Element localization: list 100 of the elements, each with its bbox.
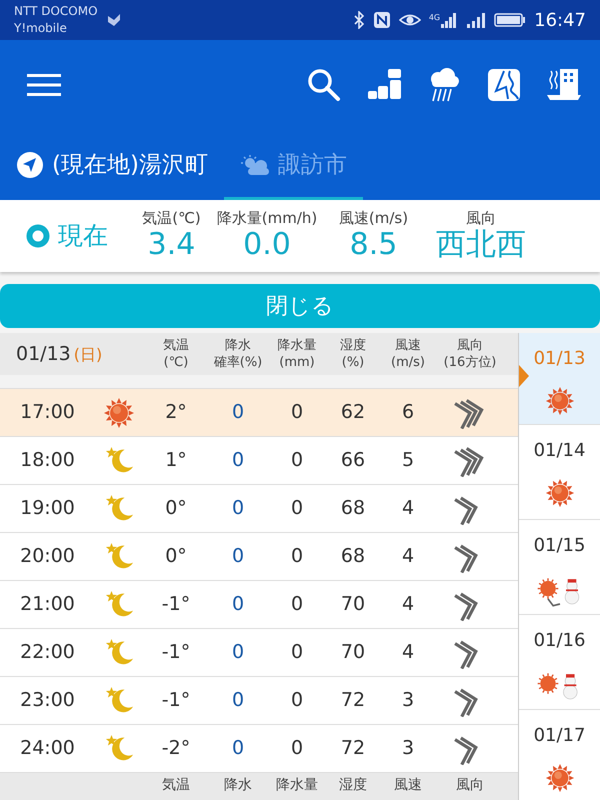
column-header: (%) bbox=[340, 354, 366, 371]
column-header: 降水 bbox=[223, 777, 253, 794]
precipitation-cell-text: 0 bbox=[290, 544, 304, 570]
wind-speed-cell-text: 6 bbox=[400, 400, 416, 426]
humidity-cell-text: 68 bbox=[340, 544, 366, 570]
sun-icon bbox=[544, 478, 574, 508]
humidity-cell-text: 70 bbox=[340, 640, 366, 666]
temperature-cell-text: 1° bbox=[164, 448, 188, 474]
day-item[interactable]: 01/16 bbox=[519, 615, 600, 710]
column-header: 降水量 bbox=[276, 337, 318, 354]
column-header: (m/s) bbox=[390, 354, 426, 371]
carrier-name: NTT DOCOMO bbox=[14, 3, 98, 20]
wind-speed-cell-text: 4 bbox=[400, 592, 416, 618]
time-cell-text: 22:00 bbox=[19, 640, 76, 666]
precipitation-cell-text: 0 bbox=[290, 736, 304, 762]
menu-icon bbox=[27, 73, 61, 97]
column-header: 風向 bbox=[456, 337, 484, 354]
metric-label: 風向 bbox=[465, 209, 497, 227]
temperature-cell-text: -1° bbox=[160, 592, 192, 618]
temperature-cell-text: -1° bbox=[160, 688, 192, 714]
time-cell-text: 23:00 bbox=[19, 688, 76, 714]
column-header: 気温 bbox=[162, 337, 190, 354]
day-item[interactable]: 01/15 bbox=[519, 520, 600, 615]
metric-label: 気温(℃) bbox=[141, 209, 202, 227]
time-cell-text: 21:00 bbox=[19, 592, 76, 618]
precipitation-chance-cell-text: 0 bbox=[230, 400, 246, 426]
battery-icon bbox=[494, 12, 526, 28]
temperature-cell-text: -1° bbox=[160, 640, 192, 666]
wind-speed-cell-text: 3 bbox=[400, 688, 416, 714]
temperature-cell-text: 2° bbox=[164, 400, 188, 426]
metric-value: 0.0 bbox=[242, 227, 292, 263]
precipitation-chance-cell-text: 0 bbox=[230, 544, 246, 570]
precipitation-cell-text: 0 bbox=[290, 448, 304, 474]
current-label: 現在 bbox=[58, 220, 108, 252]
day-item[interactable]: 01/14 bbox=[519, 425, 600, 520]
map-icon bbox=[486, 67, 522, 103]
clock: 16:47 bbox=[534, 8, 586, 32]
carrier-name: Y!mobile bbox=[14, 20, 68, 37]
column-header: 確率(%) bbox=[212, 354, 264, 371]
time-cell-text: 24:00 bbox=[19, 736, 76, 762]
metric-label: 風速(m/s) bbox=[338, 209, 410, 227]
temperature-cell-text: -2° bbox=[160, 736, 192, 762]
metric-value: 8.5 bbox=[348, 227, 398, 263]
wind-speed-cell-text: 4 bbox=[400, 640, 416, 666]
column-header: 湿度 bbox=[339, 337, 367, 354]
precipitation-cell-text: 0 bbox=[290, 496, 304, 522]
time-cell-text: 19:00 bbox=[19, 496, 76, 522]
temperature-cell-text: 0° bbox=[164, 496, 188, 522]
ring-icon bbox=[26, 224, 50, 248]
sun-cloud-icon bbox=[240, 154, 270, 176]
column-header: 風向 bbox=[455, 777, 485, 794]
humidity-cell-text: 70 bbox=[340, 592, 366, 618]
column-header: (℃) bbox=[162, 354, 190, 371]
precipitation-chance-cell-text: 0 bbox=[230, 496, 246, 522]
column-header: 風速 bbox=[394, 337, 422, 354]
city-tab[interactable]: (現在地)湯沢町 bbox=[0, 133, 224, 200]
network-label: 4G bbox=[428, 14, 440, 22]
bluetooth-icon bbox=[352, 11, 365, 29]
wind-speed-cell-text: 3 bbox=[400, 736, 416, 762]
metric-value: 西北西 bbox=[435, 227, 527, 263]
humidity-cell-text: 72 bbox=[340, 688, 366, 714]
wind-speed-cell-text: 5 bbox=[400, 448, 416, 474]
eye-icon bbox=[398, 12, 421, 28]
wind-speed-cell-text: 4 bbox=[400, 544, 416, 570]
column-header: 湿度 bbox=[338, 777, 368, 794]
precipitation-chance-cell-text: 0 bbox=[230, 736, 246, 762]
selection-pointer bbox=[519, 365, 529, 387]
precipitation-chance-cell-text: 0 bbox=[230, 640, 246, 666]
column-header: 風速 bbox=[393, 777, 423, 794]
humidity-cell-text: 68 bbox=[340, 496, 366, 522]
precipitation-cell-text: 0 bbox=[290, 400, 304, 426]
signal-icon bbox=[466, 12, 486, 28]
signal-icon bbox=[440, 12, 458, 28]
humidity-cell-text: 66 bbox=[340, 448, 366, 474]
precipitation-cell-text: 0 bbox=[290, 688, 304, 714]
date-label: 01/13 bbox=[16, 342, 71, 364]
building-icon bbox=[546, 67, 582, 103]
time-cell-text: 18:00 bbox=[19, 448, 76, 474]
humidity-cell-text: 72 bbox=[340, 736, 366, 762]
day-item[interactable]: 01/17 bbox=[519, 710, 600, 800]
column-header: (16方位) bbox=[442, 354, 498, 371]
column-header: (mm) bbox=[278, 354, 316, 371]
column-header: 気温 bbox=[161, 777, 191, 794]
precipitation-cell-text: 0 bbox=[290, 640, 304, 666]
precipitation-chance-cell-text: 0 bbox=[230, 688, 246, 714]
precipitation-cell-text: 0 bbox=[290, 592, 304, 618]
weekday-label: (日) bbox=[74, 344, 102, 364]
wind-speed-cell-text: 4 bbox=[400, 496, 416, 522]
temperature-cell-text: 0° bbox=[164, 544, 188, 570]
precipitation-chance-cell-text: 0 bbox=[230, 592, 246, 618]
time-cell-text: 20:00 bbox=[19, 544, 76, 570]
humidity-cell-text: 62 bbox=[340, 400, 366, 426]
precipitation-chance-cell-text: 0 bbox=[230, 448, 246, 474]
sun-icon bbox=[544, 763, 574, 793]
metric-value: 3.4 bbox=[146, 227, 196, 263]
metric-label: 降水量(mm/h) bbox=[216, 209, 318, 227]
nfc-icon bbox=[372, 11, 391, 29]
sun-icon bbox=[103, 396, 135, 428]
search-icon bbox=[306, 67, 342, 103]
column-header: 降水 bbox=[224, 337, 252, 354]
